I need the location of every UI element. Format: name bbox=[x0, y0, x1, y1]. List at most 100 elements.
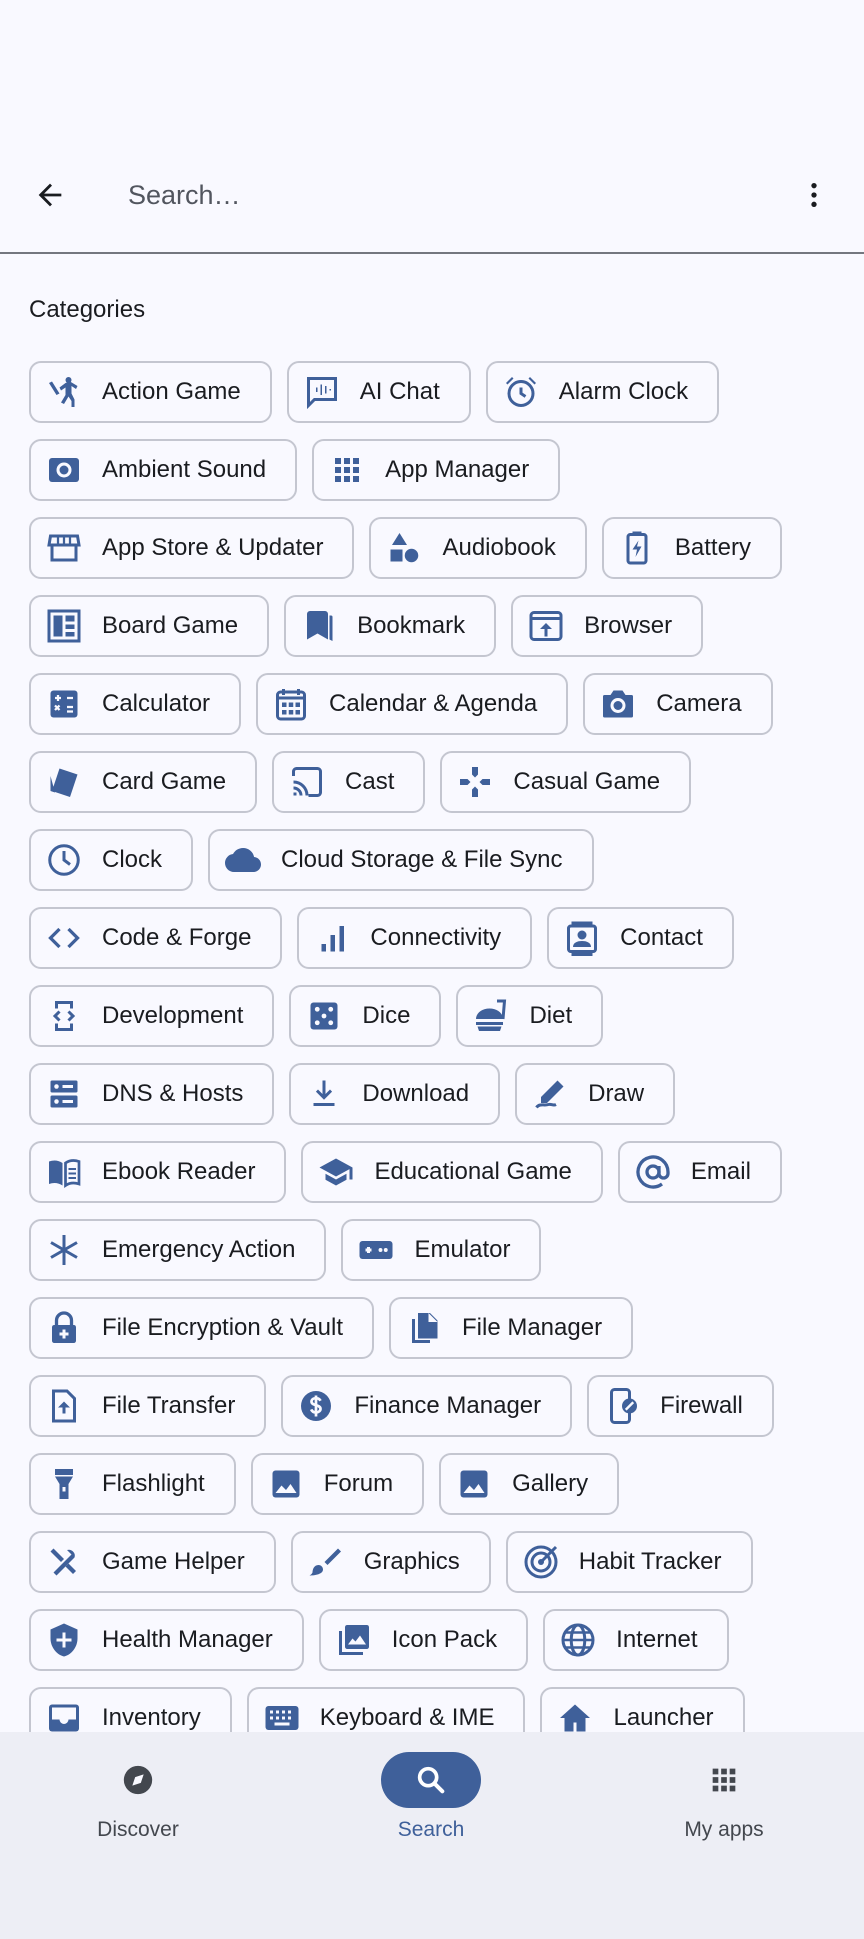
file-upload-icon bbox=[46, 1388, 82, 1424]
category-chip-educational-game[interactable]: Educational Game bbox=[301, 1141, 603, 1203]
more-options-button[interactable] bbox=[794, 175, 834, 215]
contact-icon bbox=[564, 920, 600, 956]
category-chip-diet[interactable]: Diet bbox=[456, 985, 604, 1047]
category-chip-cloud-storage-and-file-sync[interactable]: Cloud Storage & File Sync bbox=[208, 829, 594, 891]
apps-grid-icon bbox=[329, 452, 365, 488]
category-chip-health-manager[interactable]: Health Manager bbox=[29, 1609, 304, 1671]
category-chip-emulator[interactable]: Emulator bbox=[341, 1219, 542, 1281]
category-chip-camera[interactable]: Camera bbox=[583, 673, 773, 735]
category-chip-keyboard-and-ime[interactable]: Keyboard & IME bbox=[246, 1687, 526, 1732]
book-icon bbox=[46, 1154, 82, 1190]
category-chip-label: Email bbox=[690, 1158, 751, 1185]
category-chip-icon-pack[interactable]: Icon Pack bbox=[318, 1609, 529, 1671]
category-chip-label: Diet bbox=[529, 1002, 573, 1029]
category-chip-label: Gallery bbox=[512, 1470, 589, 1497]
category-chip-label: Finance Manager bbox=[354, 1392, 542, 1419]
category-chip-internet[interactable]: Internet bbox=[543, 1609, 729, 1671]
category-chip-alarm-clock[interactable]: Alarm Clock bbox=[485, 361, 720, 423]
category-chip-habit-tracker[interactable]: Habit Tracker bbox=[505, 1531, 753, 1593]
back-button[interactable] bbox=[26, 175, 74, 215]
category-chip-label: Cast bbox=[345, 768, 395, 795]
category-chip-app-store-and-updater[interactable]: App Store & Updater bbox=[29, 517, 355, 579]
category-chip-label: Browser bbox=[584, 612, 673, 639]
category-chip-gallery[interactable]: Gallery bbox=[439, 1453, 620, 1515]
category-chip-clock[interactable]: Clock bbox=[29, 829, 194, 891]
category-chip-label: Icon Pack bbox=[391, 1626, 498, 1653]
category-chip-connectivity[interactable]: Connectivity bbox=[297, 907, 533, 969]
asterisk-icon bbox=[46, 1232, 82, 1268]
category-chip-flashlight[interactable]: Flashlight bbox=[29, 1453, 236, 1515]
dice-icon bbox=[306, 998, 342, 1034]
tools-icon bbox=[46, 1544, 82, 1580]
category-chip-email[interactable]: Email bbox=[617, 1141, 782, 1203]
nav-item-discover[interactable]: Discover bbox=[38, 1752, 238, 1872]
dollar-icon bbox=[298, 1388, 334, 1424]
category-chip-code-and-forge[interactable]: Code & Forge bbox=[29, 907, 283, 969]
app-screen: Categories Action Game AI Chat Alarm Clock… bbox=[0, 0, 864, 1939]
category-chip-bookmark[interactable]: Bookmark bbox=[284, 595, 497, 657]
category-chip-forum[interactable]: Forum bbox=[250, 1453, 425, 1515]
cards-icon bbox=[46, 764, 82, 800]
school-icon bbox=[318, 1154, 354, 1190]
nav-item-search[interactable]: Search bbox=[331, 1752, 531, 1872]
category-chip-firewall[interactable]: Firewall bbox=[587, 1375, 774, 1437]
category-chip-ebook-reader[interactable]: Ebook Reader bbox=[29, 1141, 287, 1203]
category-chip-label: Cloud Storage & File Sync bbox=[281, 846, 563, 873]
category-chip-calculator[interactable]: Calculator bbox=[29, 673, 242, 735]
category-chip-label: Inventory bbox=[102, 1704, 201, 1731]
search-input[interactable] bbox=[128, 170, 768, 220]
category-chip-label: Clock bbox=[102, 846, 163, 873]
category-chip-ambient-sound[interactable]: Ambient Sound bbox=[29, 439, 298, 501]
divider bbox=[0, 252, 864, 254]
category-chip-label: Ambient Sound bbox=[102, 456, 267, 483]
category-chip-battery[interactable]: Battery bbox=[601, 517, 782, 579]
category-chip-label: App Store & Updater bbox=[102, 534, 324, 561]
cloud-icon bbox=[225, 842, 262, 878]
lock-icon bbox=[46, 1310, 82, 1346]
category-chip-board-game[interactable]: Board Game bbox=[29, 595, 270, 657]
category-chip-calendar-and-agenda[interactable]: Calendar & Agenda bbox=[256, 673, 569, 735]
category-chip-finance-manager[interactable]: Finance Manager bbox=[281, 1375, 573, 1437]
category-chip-development[interactable]: Development bbox=[29, 985, 275, 1047]
category-chip-file-transfer[interactable]: File Transfer bbox=[29, 1375, 267, 1437]
category-chip-browser[interactable]: Browser bbox=[511, 595, 704, 657]
category-chip-dice[interactable]: Dice bbox=[289, 985, 442, 1047]
category-chip-label: Health Manager bbox=[102, 1626, 273, 1653]
category-chip-ai-chat[interactable]: AI Chat bbox=[286, 361, 471, 423]
sprint-icon bbox=[46, 374, 82, 410]
category-chip-inventory[interactable]: Inventory bbox=[29, 1687, 232, 1732]
category-chip-audiobook[interactable]: Audiobook bbox=[369, 517, 587, 579]
category-chip-label: Dice bbox=[362, 1002, 411, 1029]
category-chip-dns-and-hosts[interactable]: DNS & Hosts bbox=[29, 1063, 275, 1125]
category-chip-file-manager[interactable]: File Manager bbox=[389, 1297, 634, 1359]
category-chip-casual-game[interactable]: Casual Game bbox=[440, 751, 692, 813]
category-chip-card-game[interactable]: Card Game bbox=[29, 751, 258, 813]
category-chips: Action Game AI Chat Alarm Clock Ambient Sou… bbox=[29, 361, 839, 1732]
category-chip-action-game[interactable]: Action Game bbox=[29, 361, 272, 423]
brush-icon bbox=[308, 1544, 344, 1580]
category-chip-label: App Manager bbox=[385, 456, 530, 483]
voice-chat-icon bbox=[304, 374, 340, 410]
category-chip-label: File Transfer bbox=[102, 1392, 236, 1419]
nav-item-my-apps[interactable]: My apps bbox=[624, 1752, 824, 1872]
category-chip-download[interactable]: Download bbox=[289, 1063, 501, 1125]
photo-library-icon bbox=[336, 1622, 372, 1658]
category-chip-draw[interactable]: Draw bbox=[515, 1063, 676, 1125]
category-chip-file-encryption-and-vault[interactable]: File Encryption & Vault bbox=[29, 1297, 374, 1359]
category-chip-launcher[interactable]: Launcher bbox=[540, 1687, 745, 1732]
category-chip-cast[interactable]: Cast bbox=[272, 751, 426, 813]
category-chip-label: DNS & Hosts bbox=[102, 1080, 244, 1107]
category-chip-label: Emulator bbox=[414, 1236, 511, 1263]
image-icon bbox=[456, 1466, 492, 1502]
category-chip-label: Casual Game bbox=[513, 768, 661, 795]
category-chip-label: Action Game bbox=[102, 378, 241, 405]
category-chip-game-helper[interactable]: Game Helper bbox=[29, 1531, 276, 1593]
category-chip-graphics[interactable]: Graphics bbox=[290, 1531, 491, 1593]
calendar-icon bbox=[273, 686, 309, 722]
category-chip-label: Keyboard & IME bbox=[319, 1704, 495, 1731]
health-shield-icon bbox=[46, 1622, 82, 1658]
nav-label: Discover bbox=[97, 1818, 179, 1841]
category-chip-app-manager[interactable]: App Manager bbox=[312, 439, 561, 501]
category-chip-emergency-action[interactable]: Emergency Action bbox=[29, 1219, 327, 1281]
category-chip-contact[interactable]: Contact bbox=[547, 907, 734, 969]
